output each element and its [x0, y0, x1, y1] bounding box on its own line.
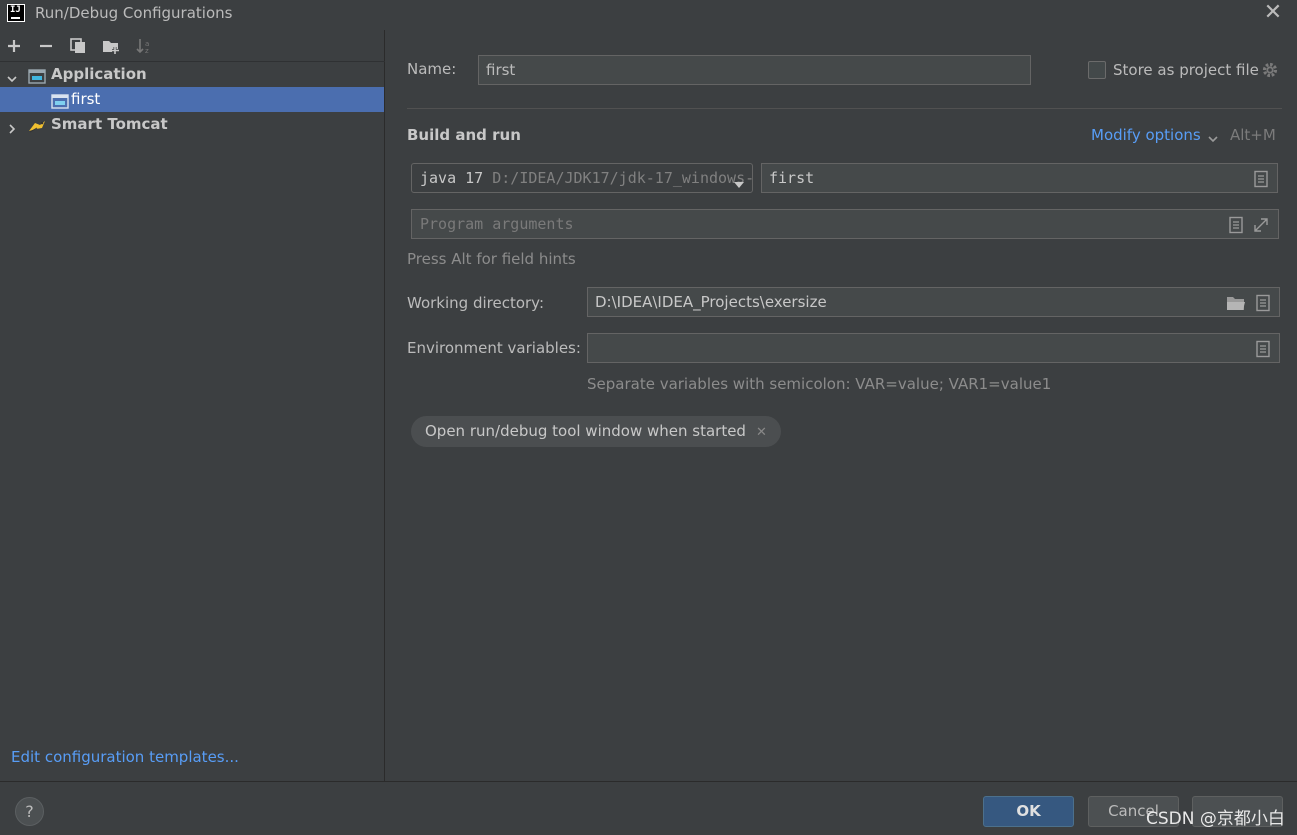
close-icon[interactable]: ✕	[756, 417, 767, 448]
tree-item-first[interactable]: first	[0, 87, 384, 112]
section-title-build-and-run: Build and run	[407, 126, 521, 144]
environment-variables-input[interactable]	[587, 333, 1280, 363]
chip-label: Open run/debug tool window when started	[425, 422, 746, 440]
footer-divider	[0, 781, 1297, 782]
svg-text:z: z	[145, 47, 149, 55]
working-directory-value: D:\IDEA\IDEA_Projects\exersize	[595, 293, 827, 311]
open-tool-window-option-chip[interactable]: Open run/debug tool window when started ✕	[411, 416, 781, 447]
main-class-input[interactable]: first	[761, 163, 1278, 193]
store-as-project-file-label[interactable]: Store as project file	[1113, 61, 1259, 79]
jdk-select[interactable]: java 17 D:/IDEA/JDK17/jdk-17_windows-x64…	[411, 163, 753, 193]
working-directory-input[interactable]: D:\IDEA\IDEA_Projects\exersize	[587, 287, 1280, 317]
tree-item-smart-tomcat[interactable]: Smart Tomcat	[0, 112, 384, 137]
tree-item-application[interactable]: Application	[0, 62, 384, 87]
tree-label-first: first	[71, 90, 101, 108]
window-title: Run/Debug Configurations	[35, 4, 233, 22]
close-icon[interactable]: ✕	[1262, 0, 1284, 26]
program-arguments-placeholder: Program arguments	[420, 215, 574, 233]
application-config-icon	[28, 67, 46, 84]
jdk-path: D:/IDEA/JDK17/jdk-17_windows-x64_bin	[492, 169, 753, 187]
sort-icon[interactable]: az	[134, 36, 154, 56]
name-label: Name:	[407, 60, 457, 78]
remove-icon[interactable]	[36, 36, 56, 56]
program-arguments-input[interactable]: Program arguments	[411, 209, 1279, 239]
chevron-down-icon[interactable]	[6, 68, 18, 83]
watermark-text: CSDN @京都小白	[1146, 809, 1285, 829]
expand-icon[interactable]	[1252, 216, 1270, 238]
tree-label-smart-tomcat: Smart Tomcat	[51, 115, 168, 133]
working-directory-label: Working directory:	[407, 294, 545, 312]
application-config-icon	[51, 92, 69, 109]
chevron-down-icon[interactable]	[1207, 130, 1219, 143]
environment-variables-label: Environment variables:	[407, 339, 581, 357]
modify-options-link[interactable]: Modify options	[1091, 126, 1201, 144]
divider	[407, 108, 1282, 109]
environment-variables-hint: Separate variables with semicolon: VAR=v…	[587, 375, 1052, 393]
ok-button[interactable]: OK	[983, 796, 1074, 827]
tomcat-icon	[28, 117, 46, 133]
store-as-project-file-checkbox[interactable]	[1088, 61, 1106, 79]
help-button[interactable]: ?	[15, 797, 44, 826]
configurations-panel	[0, 30, 385, 781]
main-class-value: first	[769, 169, 815, 187]
folder-icon[interactable]	[1226, 294, 1246, 316]
add-icon[interactable]	[4, 36, 24, 56]
modify-options-shortcut: Alt+M	[1230, 126, 1276, 144]
document-icon[interactable]	[1253, 170, 1269, 192]
edit-templates-link[interactable]: Edit configuration templates...	[11, 748, 239, 766]
jdk-name: java 17	[420, 169, 484, 187]
field-hints-text: Press Alt for field hints	[407, 250, 576, 268]
document-icon[interactable]	[1255, 340, 1271, 362]
document-icon[interactable]	[1228, 216, 1244, 238]
chevron-right-icon[interactable]	[6, 118, 18, 134]
gear-icon[interactable]	[1261, 61, 1279, 79]
logo-text: IJ	[10, 5, 21, 15]
copy-icon[interactable]	[68, 36, 88, 56]
document-icon[interactable]	[1255, 294, 1271, 316]
intellij-logo-icon: IJ	[7, 4, 25, 22]
name-input[interactable]: first	[478, 55, 1031, 85]
new-folder-icon[interactable]	[101, 36, 121, 56]
dropdown-arrow-icon[interactable]	[734, 175, 744, 188]
tree-label-application: Application	[51, 65, 147, 83]
